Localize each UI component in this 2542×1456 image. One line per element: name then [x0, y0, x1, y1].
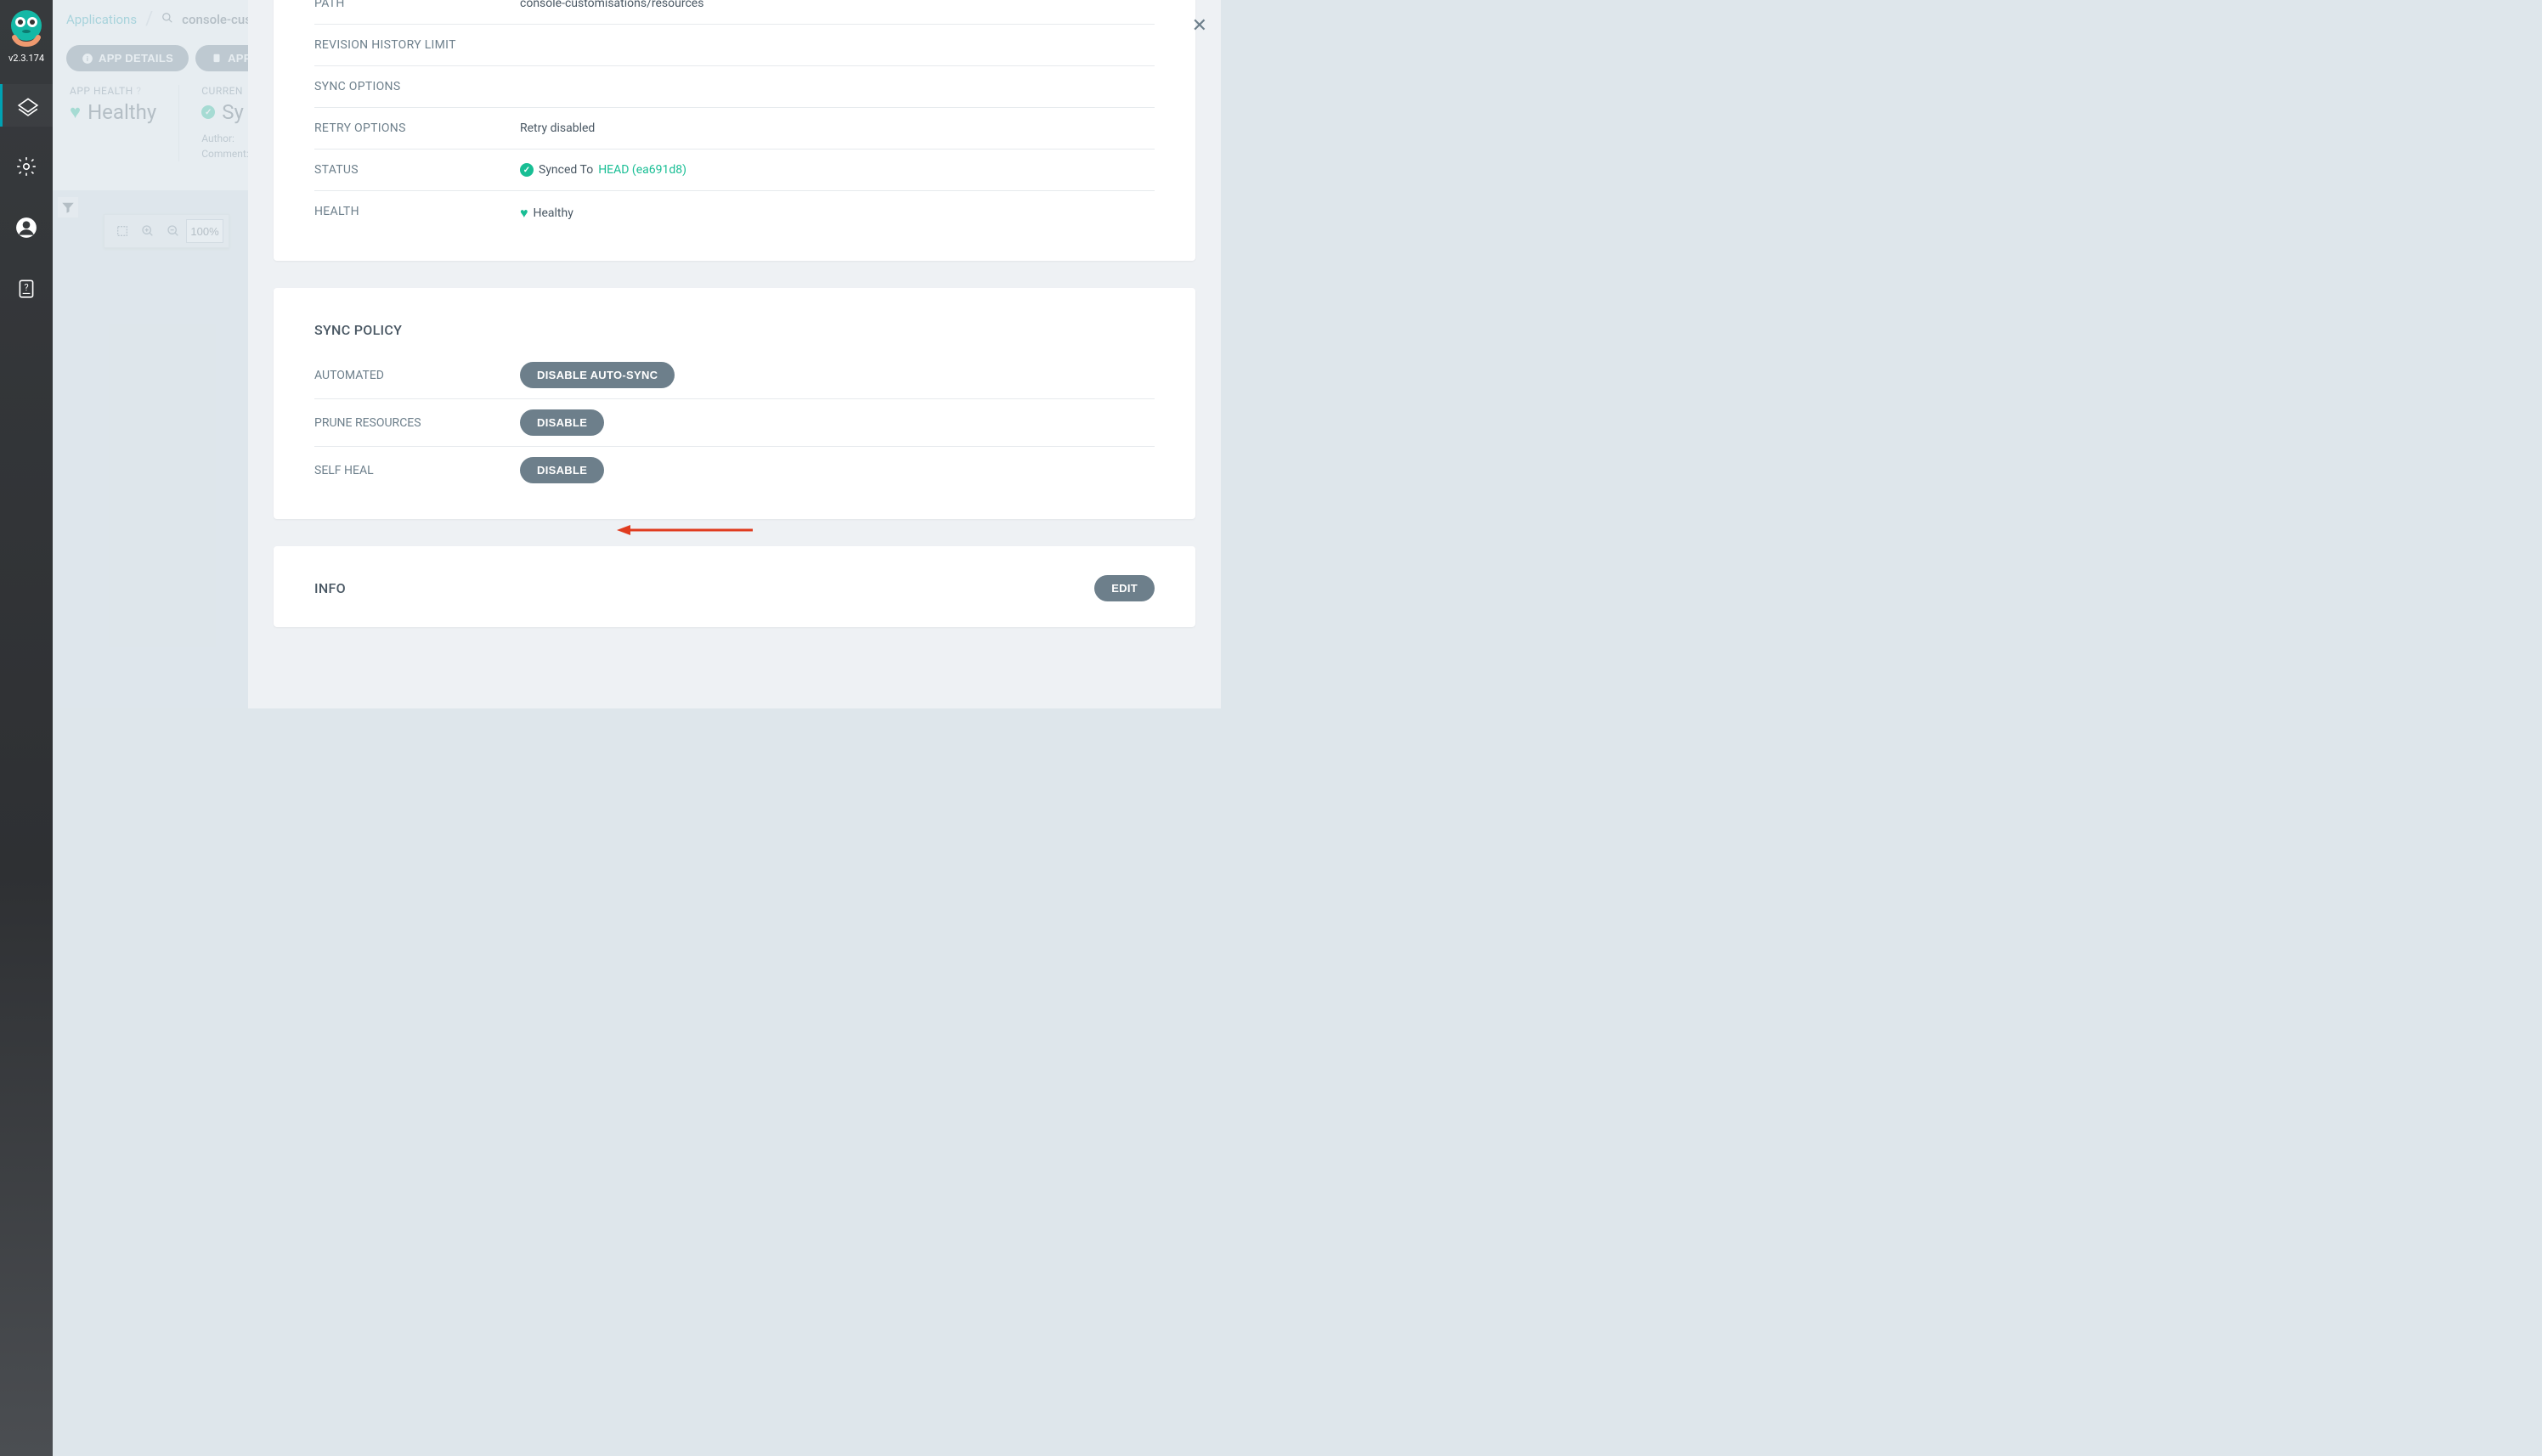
nav-user[interactable] — [0, 206, 53, 249]
svg-text:?: ? — [24, 282, 28, 293]
info-title: INFO — [314, 546, 346, 610]
nav-applications[interactable] — [0, 84, 53, 127]
sync-policy-card: SYNC POLICY AUTOMATED DISABLE AUTO-SYNC … — [274, 288, 1195, 519]
retry-options-value: Retry disabled — [520, 121, 595, 135]
rev-history-label: REVISION HISTORY LIMIT — [314, 38, 520, 52]
check-icon — [520, 163, 534, 177]
health-value: ♥ Healthy — [520, 205, 573, 222]
version-text: v2.3.174 — [7, 53, 46, 64]
automated-label: AUTOMATED — [314, 369, 520, 382]
nav-settings[interactable] — [0, 145, 53, 188]
status-revision-link[interactable]: HEAD (ea691d8) — [598, 163, 686, 177]
status-label: STATUS — [314, 163, 520, 177]
left-sidebar: v2.3.174 ? — [0, 0, 53, 1456]
close-icon[interactable]: ✕ — [1192, 15, 1207, 37]
path-value: console-customisations/resources — [520, 0, 703, 10]
status-value: Synced To HEAD (ea691d8) — [520, 163, 686, 177]
details-card: PATH console-customisations/resources RE… — [274, 0, 1195, 261]
prune-label: PRUNE RESOURCES — [314, 416, 520, 430]
argo-logo-icon — [6, 7, 47, 48]
edit-info-button[interactable]: EDIT — [1094, 575, 1155, 601]
app-details-panel: ✕ PATH console-customisations/resources … — [248, 0, 1221, 708]
info-card: INFO EDIT — [274, 546, 1195, 627]
sync-options-label: SYNC OPTIONS — [314, 80, 520, 93]
self-heal-label: SELF HEAL — [314, 464, 520, 477]
nav-docs[interactable]: ? — [0, 268, 53, 310]
disable-auto-sync-button[interactable]: DISABLE AUTO-SYNC — [520, 362, 675, 388]
disable-prune-button[interactable]: DISABLE — [520, 409, 604, 436]
health-label: HEALTH — [314, 205, 520, 222]
sync-policy-title: SYNC POLICY — [314, 288, 1155, 352]
path-label: PATH — [314, 0, 520, 10]
disable-self-heal-button[interactable]: DISABLE — [520, 457, 604, 483]
heart-icon: ♥ — [520, 205, 528, 222]
retry-options-label: RETRY OPTIONS — [314, 121, 520, 135]
